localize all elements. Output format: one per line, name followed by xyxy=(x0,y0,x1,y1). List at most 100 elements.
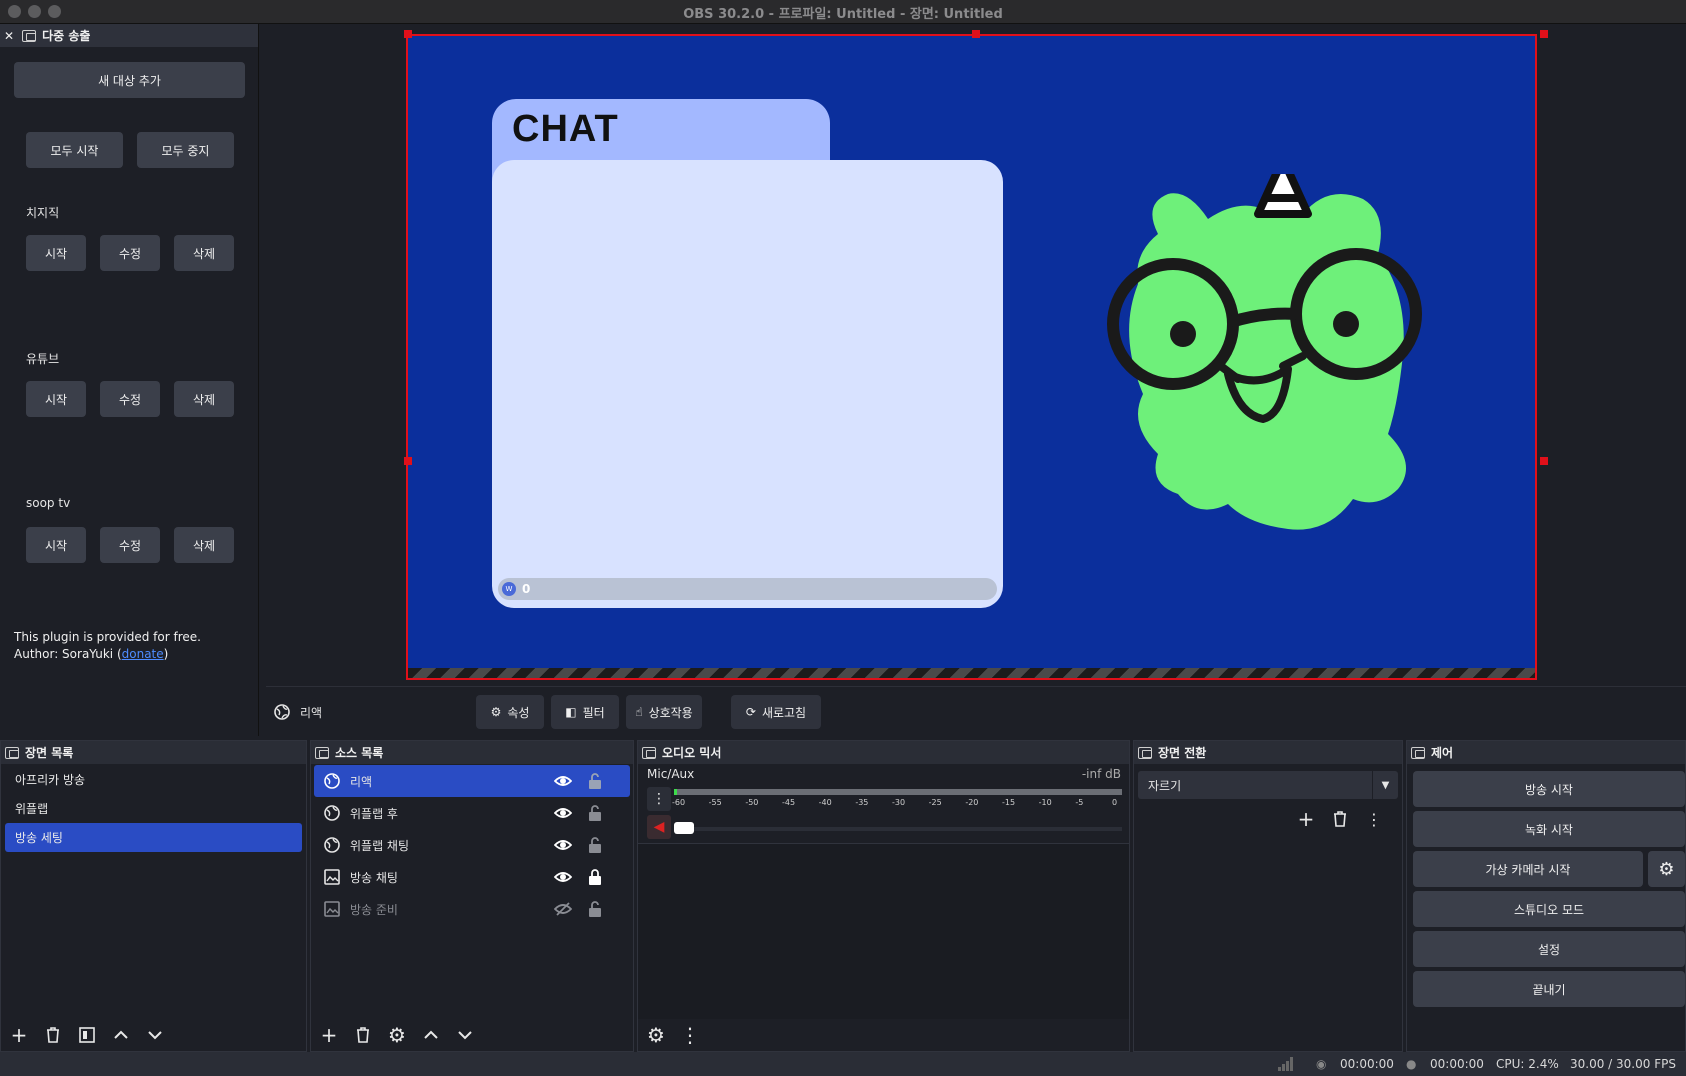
gear-icon[interactable]: ⚙ xyxy=(1648,851,1685,887)
more-vert-icon[interactable]: ⋮ xyxy=(678,1023,702,1047)
advanced-audio-icon[interactable]: ⚙ xyxy=(644,1023,668,1047)
eye-icon[interactable] xyxy=(554,837,572,853)
exit-button[interactable]: 끝내기 xyxy=(1413,971,1685,1007)
add-target-button[interactable]: 새 대상 추가 xyxy=(14,62,245,98)
transitions-dock-title: 장면 전환 xyxy=(1134,741,1402,764)
resize-handle-right[interactable] xyxy=(1540,457,1548,465)
chzzk-delete-button[interactable]: 삭제 xyxy=(174,235,234,271)
sources-dock: 소스 목록 리액 위플랩 후 위플랩 채팅 방송 채팅 방송 준비 + ⚙ xyxy=(310,740,634,1052)
mute-icon[interactable]: ◀ xyxy=(647,815,671,839)
trash-icon[interactable] xyxy=(1328,807,1352,831)
transitions-dock: 장면 전환 자르기 ▼ + ⋮ xyxy=(1133,740,1403,1052)
chat-badge-icon: W xyxy=(502,582,516,596)
dock-icon xyxy=(1411,746,1425,759)
dock-icon xyxy=(642,746,656,759)
add-icon[interactable]: + xyxy=(317,1023,341,1047)
resize-handle-top[interactable] xyxy=(972,30,980,38)
source-item-selected[interactable]: 리액 xyxy=(314,765,630,797)
refresh-button[interactable]: ⟳ 새로고침 xyxy=(731,695,821,729)
unlock-icon[interactable] xyxy=(588,804,602,822)
unlock-icon[interactable] xyxy=(588,836,602,854)
globe-icon xyxy=(324,773,340,789)
fps-readout: 30.00 / 30.00 FPS xyxy=(1570,1057,1676,1071)
studio-mode-button[interactable]: 스튜디오 모드 xyxy=(1413,891,1685,927)
audio-mixer-dock: 오디오 믹서 Mic/Aux -inf dB ⋮ -60 -55 -50 -45 -40… xyxy=(637,740,1130,1052)
meter-tick-label: -25 xyxy=(928,798,942,807)
eye-icon[interactable] xyxy=(554,773,572,789)
resize-handle-tl[interactable] xyxy=(404,30,412,38)
virtual-camera-button[interactable]: 가상 카메라 시작 xyxy=(1413,851,1643,887)
resize-handle-left[interactable] xyxy=(404,457,412,465)
dock-icon xyxy=(1138,746,1152,759)
source-item-hidden[interactable]: 방송 준비 xyxy=(314,893,630,925)
gear-icon[interactable]: ⚙ xyxy=(385,1023,409,1047)
filter-icon: ◧ xyxy=(565,705,577,719)
more-vert-icon[interactable]: ⋮ xyxy=(1362,807,1386,831)
controls-dock: 제어 방송 시작 녹화 시작 가상 카메라 시작 ⚙ 스튜디오 모드 설정 끝내… xyxy=(1406,740,1686,1052)
chevron-down-icon[interactable] xyxy=(143,1023,167,1047)
scene-item-selected[interactable]: 방송 세팅 xyxy=(5,823,302,852)
donate-link[interactable]: donate xyxy=(122,647,164,661)
resize-handle-tr[interactable] xyxy=(1540,30,1548,38)
sources-dock-title: 소스 목록 xyxy=(311,741,633,764)
source-item[interactable]: 방송 채팅 xyxy=(314,861,630,893)
start-stream-button[interactable]: 방송 시작 xyxy=(1413,771,1685,807)
chevron-up-icon[interactable] xyxy=(419,1023,443,1047)
start-record-button[interactable]: 녹화 시작 xyxy=(1413,811,1685,847)
title-bar: OBS 30.2.0 - 프로파일: Untitled - 장면: Untitl… xyxy=(0,0,1686,24)
stop-all-button[interactable]: 모두 중지 xyxy=(137,132,234,168)
youtube-edit-button[interactable]: 수정 xyxy=(100,381,160,417)
volume-slider[interactable] xyxy=(674,822,1122,834)
preview-canvas[interactable]: CHAT W 0 xyxy=(406,34,1537,680)
properties-button[interactable]: ⚙ 속성 xyxy=(476,695,544,729)
transition-selected-label: 자르기 xyxy=(1148,778,1182,793)
soop-start-button[interactable]: 시작 xyxy=(26,527,86,563)
unlock-icon[interactable] xyxy=(588,772,602,790)
transitions-title: 장면 전환 xyxy=(1158,746,1207,760)
transition-select[interactable]: 자르기 ▼ xyxy=(1138,771,1398,799)
eye-icon[interactable] xyxy=(554,869,572,885)
settings-button[interactable]: 설정 xyxy=(1413,931,1685,967)
source-name: 위플랩 채팅 xyxy=(350,838,410,853)
eye-off-icon[interactable] xyxy=(554,901,572,917)
lock-icon[interactable] xyxy=(588,868,602,886)
add-icon[interactable]: + xyxy=(1294,807,1318,831)
close-icon[interactable]: ✕ xyxy=(4,29,14,43)
chzzk-edit-button[interactable]: 수정 xyxy=(100,235,160,271)
interact-button[interactable]: ☝ 상호작용 xyxy=(626,695,702,729)
scene-item[interactable]: 아프리카 방송 xyxy=(5,765,302,794)
multistream-dock-title: ✕ 다중 송출 xyxy=(0,24,258,47)
chevron-down-icon[interactable] xyxy=(453,1023,477,1047)
trash-icon[interactable] xyxy=(351,1023,375,1047)
meter-tick-label: -45 xyxy=(782,798,796,807)
source-name: 위플랩 후 xyxy=(350,806,398,821)
volume-meter xyxy=(674,789,1122,795)
eye-icon[interactable] xyxy=(554,805,572,821)
add-icon[interactable]: + xyxy=(7,1023,31,1047)
selected-source-name: 리액 xyxy=(300,706,323,720)
scene-list: 아프리카 방송 위플랩 방송 세팅 xyxy=(1,765,306,1051)
soop-edit-button[interactable]: 수정 xyxy=(100,527,160,563)
filter-icon[interactable] xyxy=(75,1023,99,1047)
soop-delete-button[interactable]: 삭제 xyxy=(174,527,234,563)
meter-tick-label: -20 xyxy=(965,798,979,807)
unlock-icon[interactable] xyxy=(588,900,602,918)
status-bar: ◉ 00:00:00 ● 00:00:00 CPU: 2.4% 30.00 / … xyxy=(0,1052,1686,1076)
meter-tick-label: -60 xyxy=(672,798,686,807)
chevron-up-icon[interactable] xyxy=(109,1023,133,1047)
filters-button[interactable]: ◧ 필터 xyxy=(551,695,619,729)
more-vert-icon[interactable]: ⋮ xyxy=(647,787,671,811)
volume-slider-thumb[interactable] xyxy=(674,822,694,834)
youtube-start-button[interactable]: 시작 xyxy=(26,381,86,417)
scene-item[interactable]: 위플랩 xyxy=(5,794,302,823)
youtube-delete-button[interactable]: 삭제 xyxy=(174,381,234,417)
source-item[interactable]: 위플랩 후 xyxy=(314,797,630,829)
trash-icon[interactable] xyxy=(41,1023,65,1047)
source-item[interactable]: 위플랩 채팅 xyxy=(314,829,630,861)
start-all-button[interactable]: 모두 시작 xyxy=(26,132,123,168)
sources-toolbar: + ⚙ xyxy=(311,1019,633,1051)
meter-tick-label: -15 xyxy=(1002,798,1016,807)
chzzk-start-button[interactable]: 시작 xyxy=(26,235,86,271)
target-name-chzzk: 치지직 xyxy=(26,206,60,220)
volume-meter-fill xyxy=(674,789,677,795)
